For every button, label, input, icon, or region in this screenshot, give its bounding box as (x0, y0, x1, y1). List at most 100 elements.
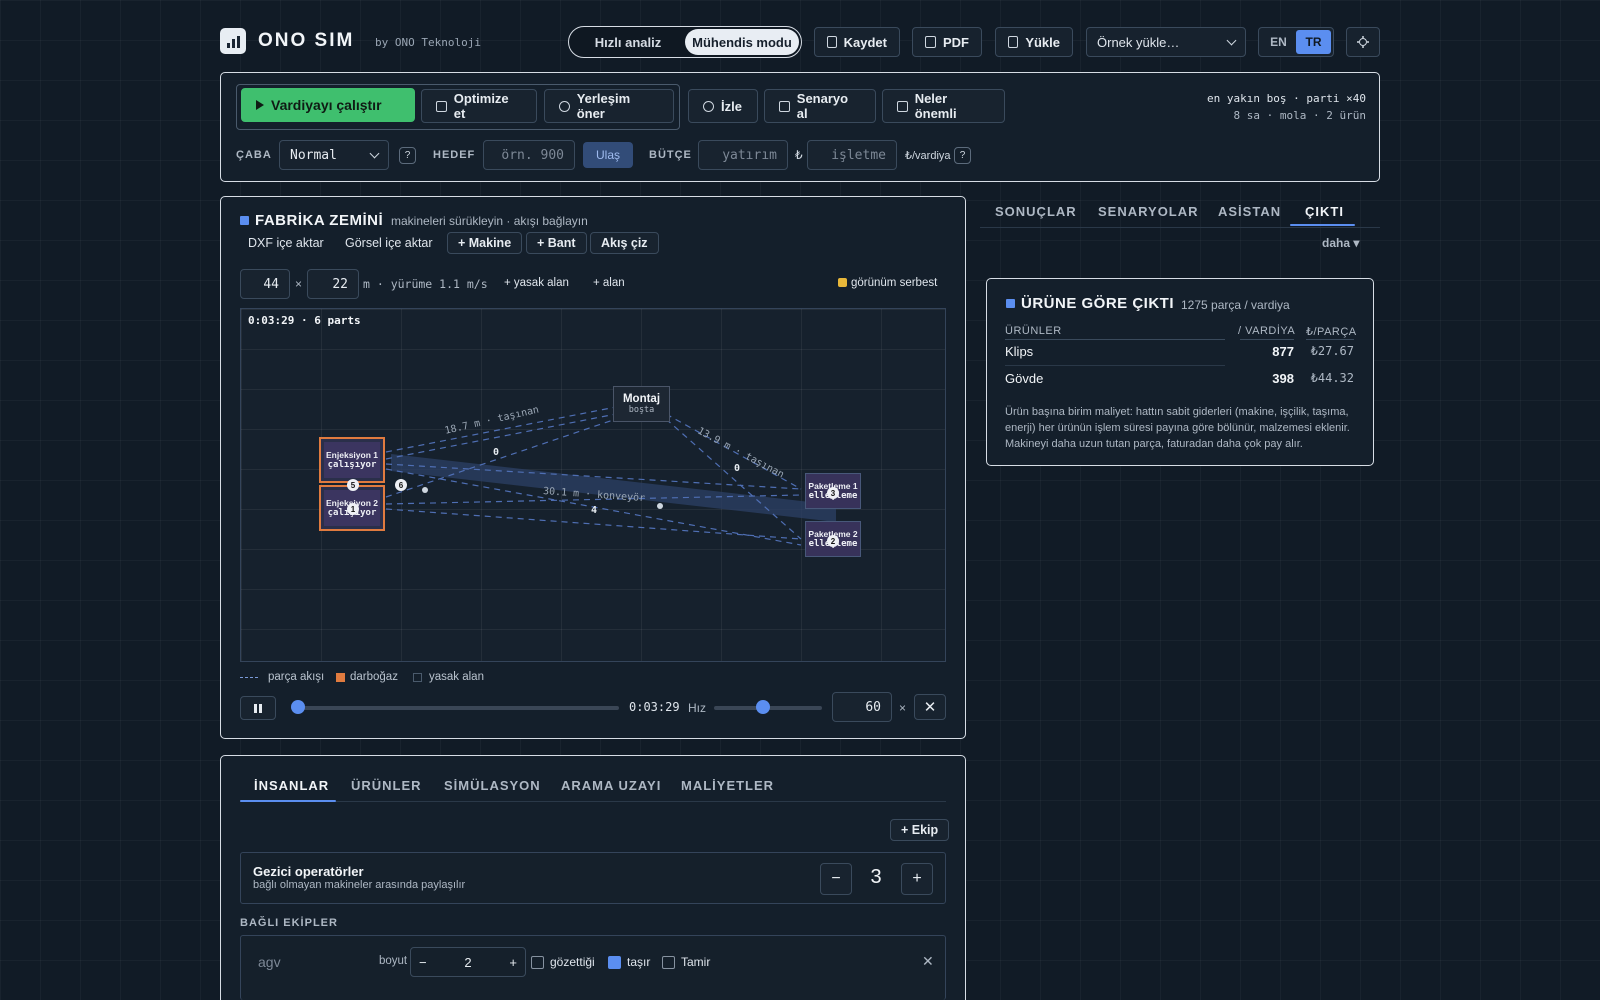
operator-badge[interactable]: 3 (827, 487, 839, 499)
remove-team-icon[interactable]: ✕ (922, 953, 934, 970)
floor-height-input[interactable]: 22 (307, 269, 359, 299)
toolbar-meta-2: 8 sa · mola · 2 ürün (1233, 109, 1366, 122)
decrease-operators-button[interactable]: − (820, 863, 852, 895)
product-qty: 877 (1272, 344, 1294, 359)
draw-flow-button[interactable]: Akış çiz (590, 232, 659, 254)
save-button[interactable]: Kaydet (814, 27, 900, 57)
add-team-button[interactable]: + Ekip (890, 819, 950, 841)
increase-operators-button[interactable]: + (901, 863, 933, 895)
operator-badge[interactable]: 5 (347, 479, 359, 491)
output-title: ÜRÜNE GÖRE ÇIKTI (1021, 295, 1175, 312)
tab-results[interactable]: SONUÇLAR (995, 204, 1077, 219)
operator-badge[interactable]: 2 (827, 535, 839, 547)
lang-tr[interactable]: TR (1296, 30, 1331, 54)
upload-button[interactable]: Yükle (995, 27, 1073, 57)
queue-count: 4 (591, 505, 598, 516)
speed-input[interactable]: 60 (832, 692, 892, 722)
team-name-input[interactable]: agv (258, 954, 281, 970)
add-area-button[interactable]: + alan (593, 277, 625, 289)
decrease-size-button[interactable]: − (419, 955, 427, 970)
divider (1240, 339, 1294, 340)
cost-note: Ürün başına birim maliyet: hattın sabit … (1005, 406, 1350, 450)
mode-engineer[interactable]: Mühendis modu (685, 29, 799, 55)
col-per-shift: / VARDİYA (1238, 325, 1296, 337)
dxf-import-button[interactable]: DXF içe aktar (248, 236, 324, 250)
opex-input[interactable]: işletme (807, 140, 897, 170)
lang-en[interactable]: EN (1261, 30, 1296, 54)
machine-injection-1[interactable]: Enjeksiyon 1 çalışıyor (319, 437, 385, 483)
printer-icon (925, 36, 936, 48)
pause-button[interactable] (240, 696, 276, 720)
investment-input[interactable]: yatırım (698, 140, 788, 170)
effort-select[interactable]: Normal (279, 140, 389, 170)
tab-costs[interactable]: MALİYETLER (681, 778, 774, 793)
tab-search-space[interactable]: ARAMA UZAYI (561, 778, 661, 793)
queue-count: 0 (734, 463, 741, 474)
pause-icon (254, 703, 257, 713)
timeline-slider[interactable] (293, 706, 619, 710)
close-icon[interactable]: ✕ (914, 694, 946, 720)
tab-output[interactable]: ÇIKTI (1305, 204, 1344, 219)
add-belt-button[interactable]: + Bant (526, 232, 587, 254)
budget-help-icon[interactable]: ? (954, 147, 971, 164)
watch-button[interactable]: İzle (688, 89, 758, 123)
reach-button[interactable]: Ulaş (583, 142, 633, 168)
floor-canvas[interactable]: 0:03:29 · 6 parts 18.7 m · taşınan 13.9 … (240, 308, 946, 662)
eye-icon (703, 100, 714, 112)
repair-checkbox[interactable] (662, 956, 675, 969)
carry-checkbox[interactable] (608, 956, 621, 969)
effort-label: ÇABA (236, 149, 272, 161)
mode-toggle: Hızlı analiz Mühendis modu (568, 26, 802, 58)
tab-assistant[interactable]: ASİSTAN (1218, 204, 1281, 219)
add-forbidden-button[interactable]: + yasak alan (504, 277, 569, 289)
tab-scenarios[interactable]: SENARYOLAR (1098, 204, 1199, 219)
optimize-button[interactable]: Optimize et (421, 89, 537, 123)
legend-forbidden: yasak alan (429, 671, 484, 683)
effort-help-icon[interactable]: ? (399, 147, 416, 164)
product-name: Klips (1005, 344, 1034, 359)
target-input[interactable]: örn. 900 (483, 140, 575, 170)
pdf-button[interactable]: PDF (912, 27, 982, 57)
operator-badge[interactable]: 1 (347, 503, 359, 515)
sun-icon (1359, 38, 1367, 46)
divider (1306, 339, 1354, 340)
speed-label: Hız (688, 701, 706, 715)
tab-simulation[interactable]: SİMÜLASYON (444, 778, 541, 793)
repair-label: Tamir (681, 955, 711, 969)
mode-quick[interactable]: Hızlı analiz (571, 29, 685, 55)
carry-label: taşır (627, 955, 651, 969)
tab-products[interactable]: ÜRÜNLER (351, 778, 422, 793)
brand-subtitle: by ONO Teknoloji (375, 36, 481, 49)
image-import-button[interactable]: Görsel içe aktar (345, 236, 433, 250)
machine-montaj[interactable]: Montaj boşta (613, 386, 670, 422)
theme-button[interactable] (1346, 27, 1380, 57)
team-size-stepper[interactable]: − 2 + (410, 947, 526, 977)
tab-indicator (240, 800, 336, 802)
add-machine-button[interactable]: + Makine (447, 232, 523, 254)
operator-count: 3 (870, 866, 882, 888)
chevron-down-icon (1226, 35, 1237, 45)
brand-title: ONO SIM (258, 30, 355, 51)
view-free-toggle[interactable]: görünüm serbest (851, 277, 937, 289)
tab-people[interactable]: İNSANLAR (254, 778, 329, 793)
tab-divider (240, 801, 946, 802)
language-toggle: EN TR (1258, 27, 1334, 57)
operator-badge[interactable]: 6 (395, 479, 407, 491)
example-select[interactable]: Örnek yükle… (1086, 27, 1246, 57)
product-cost: ₺44.32 (1310, 371, 1354, 385)
what-matters-button[interactable]: Neler önemli (882, 89, 1005, 123)
suggest-layout-button[interactable]: Yerleşim öner (544, 89, 674, 123)
product-cost: ₺27.67 (1310, 344, 1354, 358)
increase-size-button[interactable]: + (509, 955, 517, 970)
snapshot-button[interactable]: Senaryo al (764, 89, 876, 123)
floor-width-input[interactable]: 44 (240, 269, 290, 299)
watch-checkbox[interactable] (531, 956, 544, 969)
toolbar-meta-1: en yakın boş · parti ×40 (1207, 92, 1366, 105)
timeline-knob[interactable] (291, 700, 305, 714)
more-menu[interactable]: daha ▾ (1322, 236, 1359, 250)
col-products: ÜRÜNLER (1005, 325, 1062, 337)
run-shift-button[interactable]: Vardiyayı çalıştır (241, 88, 415, 122)
queue-count: 0 (493, 447, 500, 458)
speed-knob[interactable] (755, 700, 770, 714)
play-icon (256, 100, 264, 110)
